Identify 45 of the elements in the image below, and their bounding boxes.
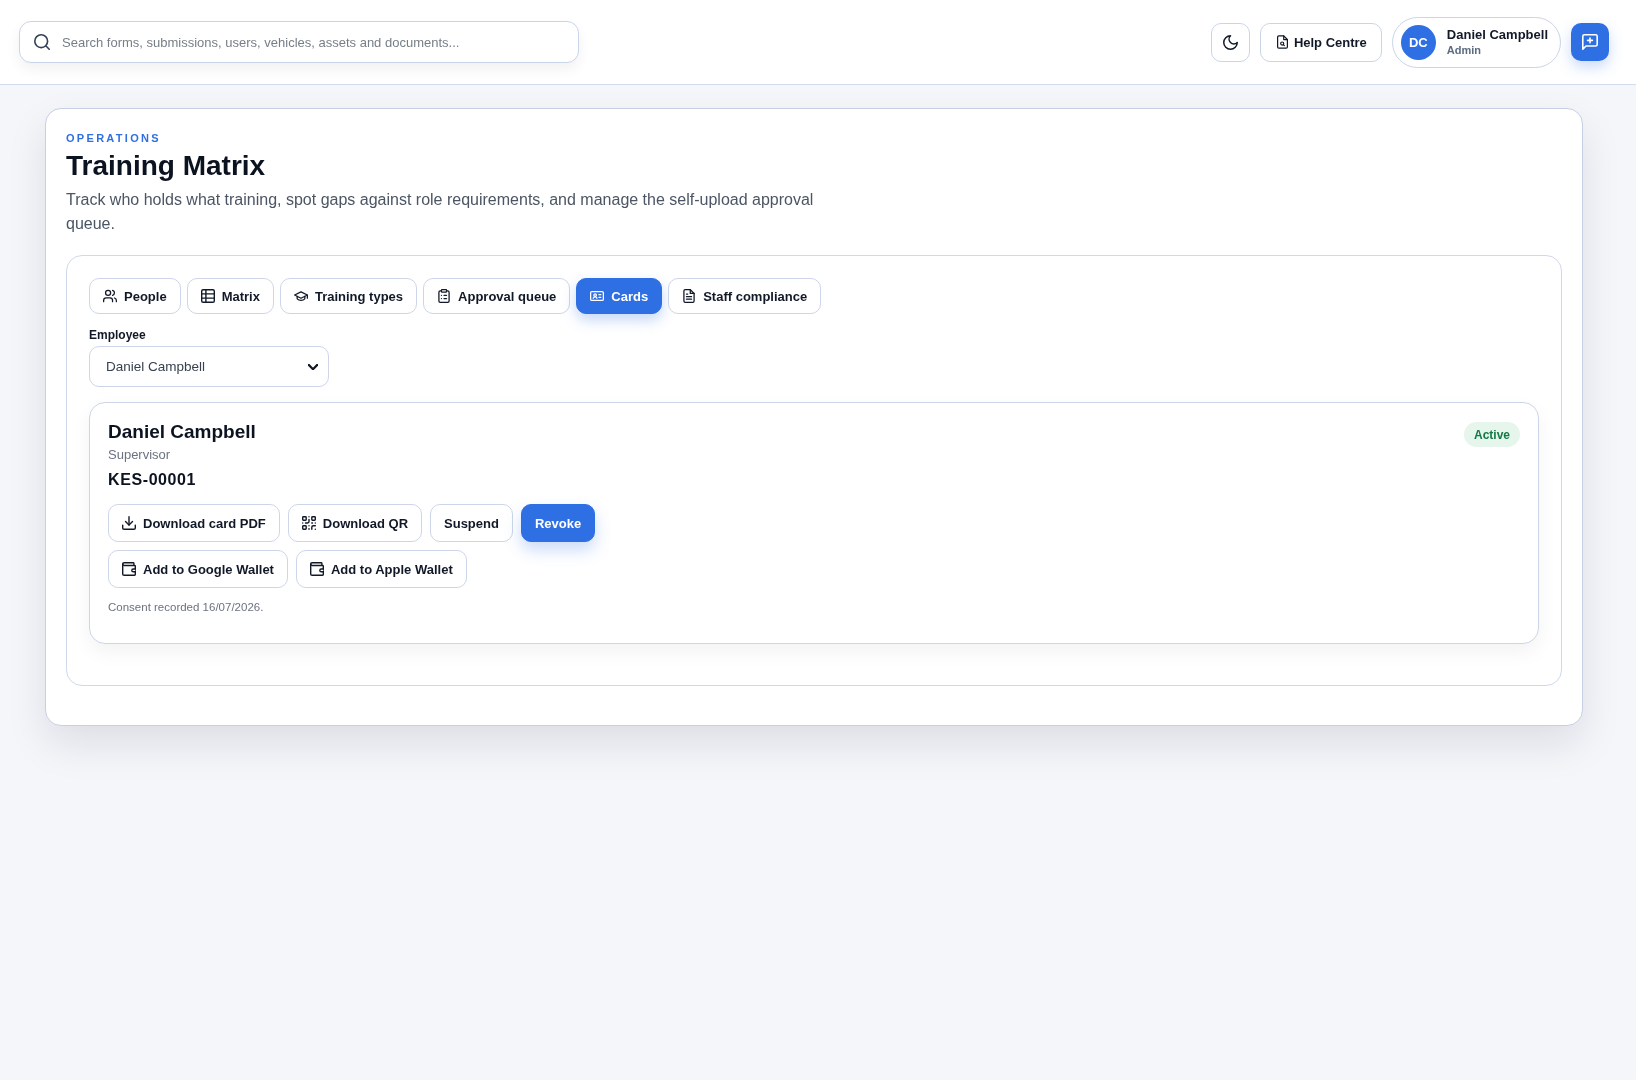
employee-name: Daniel Campbell: [108, 420, 256, 444]
graduation-cap-icon: [293, 289, 308, 303]
card-number: KES-00001: [108, 470, 198, 490]
tab[interactable]: Matrix: [186, 278, 274, 314]
wallet-icon: [309, 562, 324, 576]
clipboard-icon: [437, 289, 452, 303]
chevron-down-icon: [308, 363, 318, 370]
section-label: OPERATIONS: [66, 131, 162, 145]
user-role: Admin: [1446, 44, 1483, 57]
qr-code-icon: [301, 516, 316, 530]
theme-toggle-button[interactable]: [1210, 22, 1250, 62]
document-icon: [682, 289, 697, 303]
download-icon: [122, 516, 136, 530]
status-badge: Active: [1463, 422, 1520, 447]
moon-icon: [1222, 34, 1238, 50]
employee-select[interactable]: Daniel Campbell: [89, 346, 329, 387]
add-to-wallet-button[interactable]: Add to Apple Wallet: [295, 550, 467, 588]
tab[interactable]: Cards: [576, 278, 663, 314]
revoke-button[interactable]: Revoke: [520, 504, 596, 542]
user-menu-button[interactable]: DC Daniel Campbell Admin: [1391, 16, 1561, 68]
file-search-icon: [1276, 35, 1288, 49]
page-description: Track who holds what training, spot gaps against role requirements, and manage the self-upload approval queue.: [66, 190, 815, 234]
tab[interactable]: People: [89, 278, 181, 314]
message-plus-icon: [1582, 34, 1598, 50]
user-name: Daniel Campbell: [1446, 27, 1548, 43]
page-title: Training Matrix: [66, 149, 267, 183]
new-message-button[interactable]: [1571, 23, 1609, 61]
download-qr-button[interactable]: Download QR: [287, 504, 422, 542]
users-icon: [103, 289, 117, 303]
tab[interactable]: Staff compliance: [668, 278, 822, 314]
field-label: Employee: [89, 328, 146, 342]
search-field[interactable]: Search forms, submissions, users, vehicles, assets and documents...: [19, 21, 579, 63]
search-icon: [34, 34, 50, 50]
table-icon: [200, 289, 215, 303]
suspend-button[interactable]: Suspend: [430, 504, 513, 542]
employee-role: Supervisor: [108, 446, 172, 463]
download-pdf-button[interactable]: Download card PDF: [108, 504, 280, 542]
add-to-wallet-button[interactable]: Add to Google Wallet: [108, 550, 288, 588]
tab[interactable]: Training types: [279, 278, 418, 314]
id-card-icon: [590, 289, 605, 303]
tab[interactable]: Approval queue: [423, 278, 571, 314]
avatar: DC: [1400, 24, 1436, 60]
consent-note: Consent recorded 16/07/2026.: [108, 600, 265, 615]
help-centre-button[interactable]: Help Centre: [1259, 22, 1382, 62]
wallet-icon: [122, 562, 136, 576]
